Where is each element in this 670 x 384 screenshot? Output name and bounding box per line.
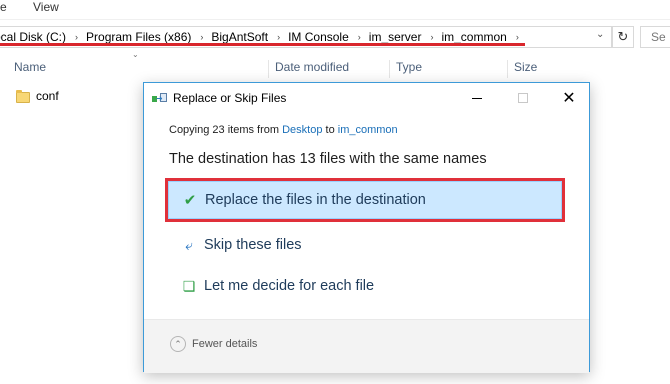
close-button[interactable]: ✕ bbox=[546, 83, 592, 113]
file-name: conf bbox=[36, 89, 59, 103]
replace-files-option[interactable]: ✔ Replace the files in the destination bbox=[168, 181, 562, 219]
minimize-button[interactable] bbox=[454, 83, 500, 113]
checkmark-icon: ✔ bbox=[183, 192, 197, 209]
compare-files-icon: ❏ bbox=[182, 277, 196, 294]
ribbon-tab-edit[interactable]: e bbox=[0, 0, 7, 14]
column-headers: Name Date modified Type Size bbox=[0, 56, 670, 80]
close-icon: ✕ bbox=[562, 90, 576, 107]
folder-icon bbox=[16, 89, 30, 103]
maximize-button bbox=[500, 83, 546, 113]
dialog-footer: ⌃ Fewer details bbox=[144, 320, 589, 373]
breadcrumb-separator-icon[interactable]: › bbox=[514, 32, 527, 42]
copy-files-icon: ➜ bbox=[152, 93, 168, 105]
breadcrumb-separator-icon[interactable]: › bbox=[73, 32, 86, 42]
ribbon: e View bbox=[0, 0, 670, 20]
dialog-title: Replace or Skip Files bbox=[173, 91, 287, 105]
breadcrumb-local-disk[interactable]: ocal Disk (C:) bbox=[0, 30, 73, 44]
column-size[interactable]: Size bbox=[507, 60, 537, 78]
skip-files-option[interactable]: ⤶ Skip these files bbox=[168, 226, 562, 264]
breadcrumb-program-files[interactable]: Program Files (x86) bbox=[86, 30, 198, 44]
address-red-underline bbox=[0, 43, 525, 46]
destination-link[interactable]: im_common bbox=[338, 124, 398, 136]
breadcrumb-bigantsoft[interactable]: BigAntSoft bbox=[211, 30, 275, 44]
minimize-icon bbox=[472, 97, 482, 99]
dialog-titlebar[interactable]: ➜ Replace or Skip Files ✕ bbox=[144, 83, 589, 113]
copying-status: Copying 23 items from Desktop to im_comm… bbox=[169, 124, 398, 136]
column-date-modified[interactable]: Date modified bbox=[268, 60, 349, 78]
maximize-icon bbox=[518, 93, 528, 103]
breadcrumb-im-console[interactable]: IM Console bbox=[288, 30, 356, 44]
breadcrumb-separator-icon[interactable]: › bbox=[275, 32, 288, 42]
column-type[interactable]: Type bbox=[389, 60, 422, 78]
chevron-up-icon: ⌃ bbox=[170, 336, 186, 352]
decide-each-file-option[interactable]: ❏ Let me decide for each file bbox=[168, 267, 562, 305]
breadcrumb-separator-icon[interactable]: › bbox=[428, 32, 441, 42]
conflict-headline: The destination has 13 files with the sa… bbox=[169, 151, 487, 167]
skip-files-label: Skip these files bbox=[204, 237, 302, 253]
copying-prefix: Copying 23 items from bbox=[169, 124, 283, 136]
chevron-down-icon[interactable]: ⌄ bbox=[596, 29, 604, 40]
breadcrumb-im-server[interactable]: im_server bbox=[369, 30, 429, 44]
decide-each-file-label: Let me decide for each file bbox=[204, 278, 375, 294]
refresh-icon[interactable]: ↻ bbox=[612, 26, 634, 48]
column-name[interactable]: Name bbox=[8, 60, 46, 78]
fewer-details-button[interactable]: ⌃ Fewer details bbox=[170, 336, 257, 352]
breadcrumb-im-common[interactable]: im_common bbox=[441, 30, 513, 44]
breadcrumb-separator-icon[interactable]: › bbox=[198, 32, 211, 42]
breadcrumb-separator-icon[interactable]: › bbox=[356, 32, 369, 42]
replace-files-label: Replace the files in the destination bbox=[205, 192, 426, 208]
replace-or-skip-dialog: ➜ Replace or Skip Files ✕ Copying 23 ite… bbox=[143, 82, 590, 373]
list-item[interactable]: conf bbox=[16, 86, 59, 106]
search-input[interactable]: Se bbox=[640, 26, 670, 48]
ribbon-tab-view[interactable]: View bbox=[33, 0, 59, 14]
copying-middle: to bbox=[322, 124, 338, 136]
source-link[interactable]: Desktop bbox=[282, 124, 322, 136]
skip-arrow-icon: ⤶ bbox=[185, 236, 193, 253]
fewer-details-label: Fewer details bbox=[192, 338, 258, 350]
